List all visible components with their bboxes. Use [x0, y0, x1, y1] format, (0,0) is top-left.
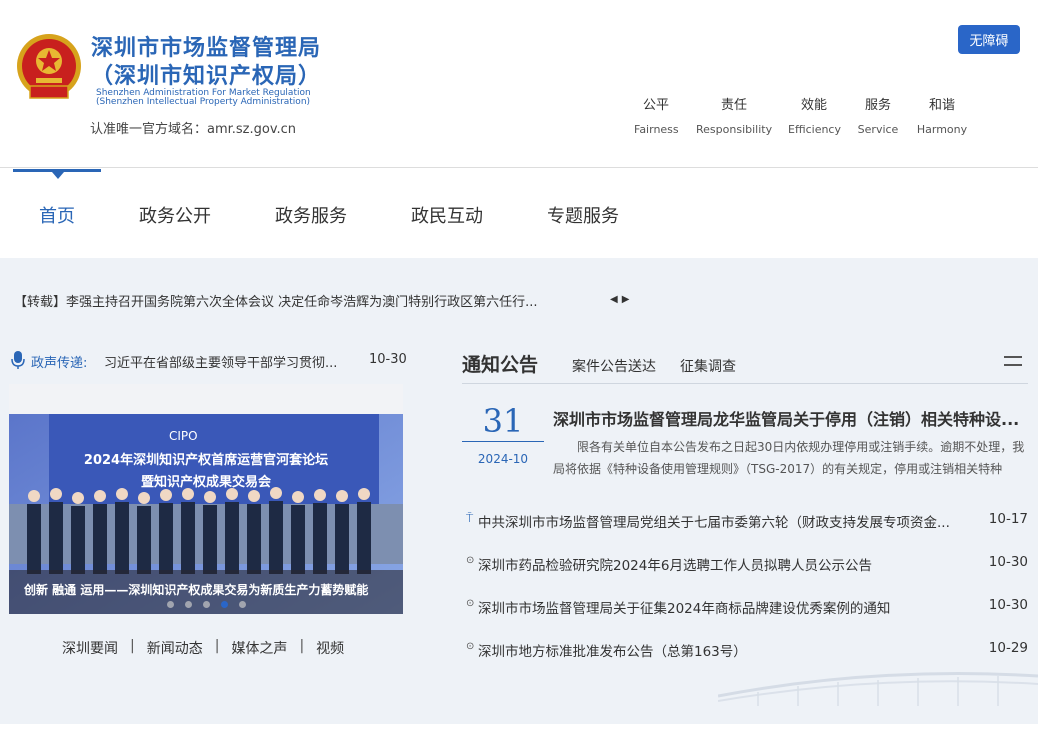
feature-day: 31 [462, 400, 544, 442]
more-menu-icon[interactable] [1004, 356, 1022, 366]
notice-header: 通知公告 案件公告送达 征集调查 [462, 346, 1028, 384]
voice-headline-link[interactable]: 习近平在省部级主要领导干部学习贯彻... [104, 352, 359, 371]
voice-label: 政声传递: [31, 356, 88, 371]
feature-notice-title[interactable]: 深圳市市场监督管理局龙华监管局关于停用（注销）相关特种设... [553, 406, 1021, 430]
banner-line-2: 暨知识产权成果交易会 [141, 474, 272, 490]
carousel-dot[interactable] [203, 601, 210, 608]
carousel-dot[interactable] [185, 601, 192, 608]
banner-logo: CIPO [169, 429, 198, 443]
accessibility-button[interactable]: 无障碍 [958, 25, 1020, 54]
microphone-icon [11, 351, 25, 369]
site-header: 深圳市市场监督管理局 （深圳市知识产权局） Shenzhen Administr… [0, 0, 1038, 168]
carousel-dots [167, 601, 246, 608]
separator: | [130, 638, 135, 654]
site-subtitle: （深圳市知识产权局） [91, 64, 322, 89]
bullet-icon: ⊙ [466, 598, 475, 609]
nav-government-affairs[interactable]: 政务公开 [139, 202, 211, 228]
pin-icon: ⍑ [466, 511, 474, 525]
news-carousel[interactable]: CIPO 2024年深圳知识产权首席运营官河套论坛 暨知识产权成果交易会 创新 … [9, 384, 403, 614]
nav-public-interaction[interactable]: 政民互动 [411, 202, 483, 228]
value-fairness: 公平 Fairness [634, 98, 679, 136]
value-service: 服务 Service [857, 98, 899, 136]
link-media-voice[interactable]: 媒体之声 [231, 638, 287, 658]
notice-item-date: 10-30 [988, 554, 1028, 570]
notice-item-title[interactable]: 深圳市地方标准批准发布公告（总第163号） [478, 640, 970, 660]
notice-item-title[interactable]: 深圳市市场监督管理局关于征集2024年商标品牌建设优秀案例的通知 [478, 597, 970, 617]
notice-item-title[interactable]: 深圳市药品检验研究院2024年6月选聘工作人员拟聘人员公示公告 [478, 554, 970, 574]
feature-notice-summary: 限各有关单位自本公告发布之日起30日内依规办理停用或注销手续。逾期不处理，我局将… [553, 440, 1025, 476]
national-emblem-icon [17, 34, 81, 99]
carousel-dot[interactable] [167, 601, 174, 608]
news-category-links: 深圳要闻 | 新闻动态 | 媒体之声 | 视频 [62, 638, 344, 658]
main-nav: 首页 政务公开 政务服务 政民互动 专题服务 [0, 169, 1038, 258]
official-domain-notice: 认准唯一官方域名：amr.sz.gov.cn [90, 122, 297, 137]
value-harmony: 和谐 Harmony [916, 98, 968, 136]
nav-special-services[interactable]: 专题服务 [547, 202, 619, 228]
carousel-dot-active[interactable] [221, 601, 228, 608]
banner-line-1: 2024年深圳知识产权首席运营官河套论坛 [84, 452, 328, 468]
notice-item[interactable]: ⊙ 深圳市地方标准批准发布公告（总第163号） 10-29 [466, 640, 1028, 660]
notice-tab-case-delivery[interactable]: 案件公告送达 [572, 356, 656, 376]
notice-tab-surveys[interactable]: 征集调查 [680, 356, 736, 376]
notice-item[interactable]: ⍑ 中共深圳市市场监督管理局党组关于七届市委第六轮（财政支持发展专项资金... … [466, 511, 1028, 531]
value-responsibility: 责任 Responsibility [696, 98, 773, 136]
feature-year-month: 2024-10 [477, 452, 529, 466]
nav-caret-icon [52, 172, 64, 179]
value-efficiency: 效能 Efficiency [788, 98, 841, 136]
nav-home[interactable]: 首页 [39, 202, 75, 228]
core-values: 公平 Fairness 责任 Responsibility 效能 Efficie… [630, 94, 980, 136]
link-video[interactable]: 视频 [316, 638, 344, 658]
nav-government-services[interactable]: 政务服务 [275, 202, 347, 228]
news-ticker[interactable]: 【转载】李强主持召开国务院第六次全体会议 决定任命岑浩辉为澳门特别行政区第六任行… [14, 291, 574, 310]
ticker-prev-icon[interactable]: ◀ [610, 294, 618, 305]
carousel-caption[interactable]: 创新 融通 运用——深圳知识产权成果交易为新质生产力蓄势赋能 [24, 581, 368, 598]
separator: | [214, 638, 220, 654]
ticker-next-icon[interactable]: ▶ [622, 294, 630, 305]
notice-item-date: 10-29 [988, 640, 1028, 656]
voice-row: 政声传递: 习近平在省部级主要领导干部学习贯彻... 10-30 [10, 350, 407, 371]
main-content: 【转载】李强主持召开国务院第六次全体会议 决定任命岑浩辉为澳门特别行政区第六任行… [0, 258, 1038, 724]
link-shenzhen-news[interactable]: 深圳要闻 [62, 638, 118, 658]
bullet-icon: ⊙ [466, 641, 475, 652]
voice-date: 10-30 [369, 352, 407, 367]
carousel-dot[interactable] [239, 601, 246, 608]
link-news-updates[interactable]: 新闻动态 [147, 638, 203, 658]
notice-item-date: 10-30 [988, 597, 1028, 613]
notice-item-date: 10-17 [988, 511, 1028, 527]
notice-item[interactable]: ⊙ 深圳市药品检验研究院2024年6月选聘工作人员拟聘人员公示公告 10-30 [466, 554, 1028, 574]
separator: | [299, 638, 305, 654]
bullet-icon: ⊙ [466, 555, 475, 566]
notice-item[interactable]: ⊙ 深圳市市场监督管理局关于征集2024年商标品牌建设优秀案例的通知 10-30 [466, 597, 1028, 617]
notice-tab-announcements[interactable]: 通知公告 [462, 350, 538, 377]
site-subtitle-en: (Shenzhen Intellectual Property Administ… [96, 97, 311, 107]
notice-item-title[interactable]: 中共深圳市市场监督管理局党组关于七届市委第六轮（财政支持发展专项资金... [478, 511, 970, 531]
feature-date-block: 31 2024-10 [462, 400, 544, 466]
ticker-controls: ◀ ▶ [610, 294, 629, 305]
